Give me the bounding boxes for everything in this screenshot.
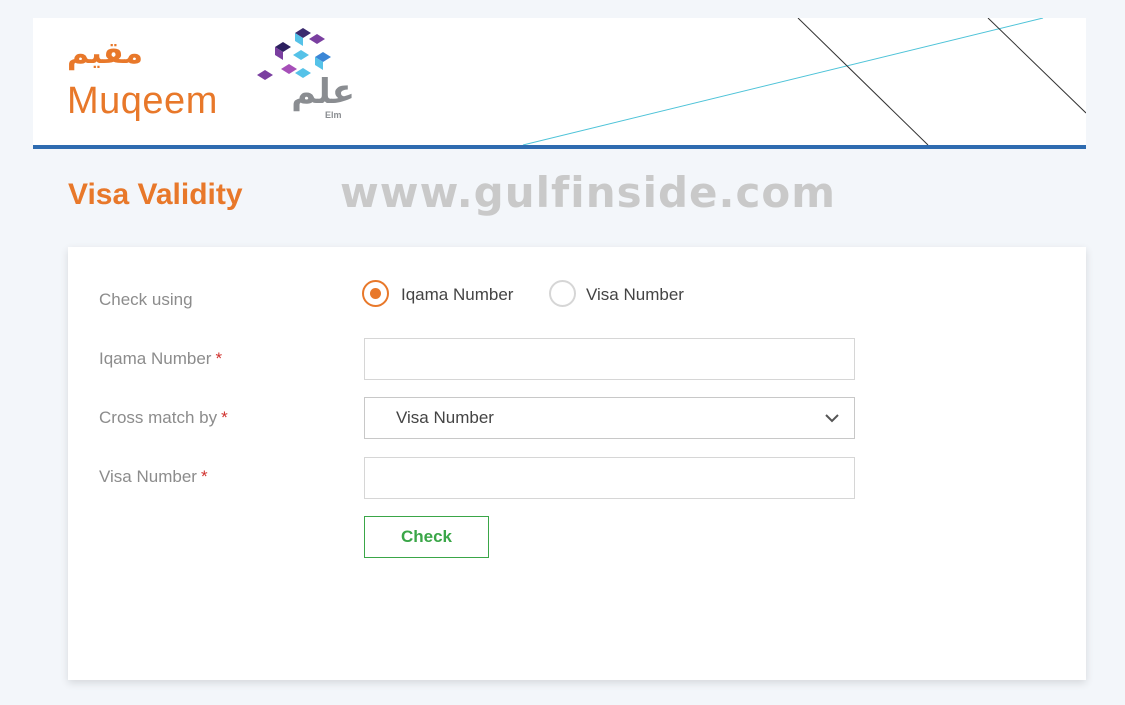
cross-match-label: Cross match by * [99, 408, 228, 428]
iqama-number-label-text: Iqama Number [99, 349, 212, 368]
visa-validity-form: Check using Iqama Number Visa Number Iqa… [68, 247, 1086, 680]
muqeem-logo-latin: Muqeem [67, 80, 218, 122]
check-button[interactable]: Check [364, 516, 489, 558]
site-header: مقيم Muqeem علم Elm [33, 18, 1086, 149]
watermark-text: www.gulfinside.com [340, 168, 837, 217]
cross-match-select[interactable]: Visa Number [364, 397, 855, 439]
visa-number-label-text: Visa Number [99, 467, 197, 486]
elm-logo-latin: Elm [325, 110, 342, 120]
cross-match-selected-value: Visa Number [396, 408, 494, 427]
radio-iqama-number-label[interactable]: Iqama Number [401, 285, 513, 305]
visa-number-label: Visa Number * [99, 467, 208, 487]
required-mark: * [200, 467, 208, 486]
radio-visa-number[interactable] [549, 280, 576, 307]
required-mark: * [221, 408, 228, 427]
required-mark: * [215, 349, 223, 368]
check-using-label-text: Check using [99, 290, 193, 309]
visa-number-input[interactable] [364, 457, 855, 499]
page-title: Visa Validity [68, 178, 243, 211]
iqama-number-input[interactable] [364, 338, 855, 380]
radio-iqama-number[interactable] [362, 280, 389, 307]
iqama-number-label: Iqama Number * [99, 349, 222, 369]
elm-logo-arabic: علم [291, 72, 355, 112]
chevron-down-icon [825, 414, 839, 423]
muqeem-logo-arabic: مقيم [67, 36, 143, 71]
radio-visa-number-label[interactable]: Visa Number [586, 285, 684, 305]
check-using-label: Check using [99, 290, 193, 310]
cross-match-label-text: Cross match by [99, 408, 218, 427]
